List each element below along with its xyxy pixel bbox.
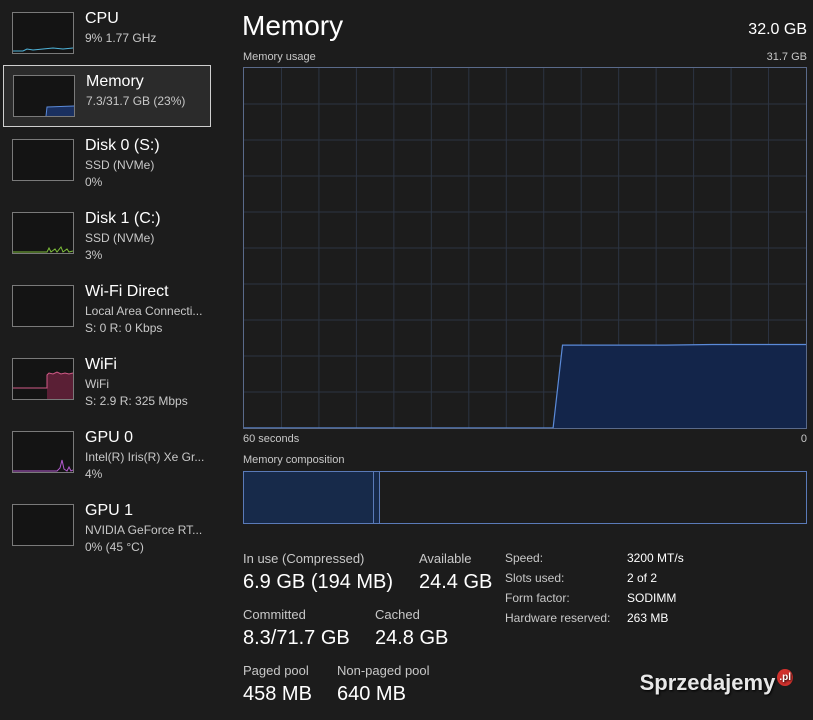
memory-usage-chart [244, 68, 806, 428]
memory-composition-label: Memory composition [243, 454, 345, 466]
hardware-reserved-label: Hardware reserved: [505, 611, 611, 625]
memory-usage-graph [243, 67, 807, 429]
sidebar-item-subtitle: 9% 1.77 GHz [85, 31, 157, 45]
sidebar-item-subtitle: SSD (NVMe) [85, 158, 155, 172]
sidebar-item-memory[interactable]: Memory 7.3/31.7 GB (23%) [3, 65, 211, 127]
cached-label: Cached [375, 607, 420, 622]
gpu1-thumbnail-graph [12, 504, 74, 546]
watermark-logo: Sprzedajemy .pl [639, 669, 793, 696]
memory-composition-bar [243, 471, 807, 524]
in-use-label: In use (Compressed) [243, 551, 365, 566]
total-memory: 32.0 GB [748, 21, 807, 38]
sidebar-item-subtitle: 7.3/31.7 GB (23%) [86, 94, 186, 108]
form-factor-label: Form factor: [505, 591, 570, 605]
graph-max-label: 31.7 GB [766, 51, 807, 63]
sidebar-item-value: 0% [85, 175, 103, 189]
sidebar-item-title: WiFi [85, 356, 117, 373]
sidebar-item-value: S: 0 R: 0 Kbps [85, 321, 163, 335]
disk1-thumbnail-graph [12, 212, 74, 254]
hardware-reserved-value: 263 MB [627, 611, 669, 625]
sidebar-item-cpu[interactable]: CPU 9% 1.77 GHz [3, 3, 211, 65]
sidebar: CPU 9% 1.77 GHz Memory 7.3/31.7 GB (23%)… [0, 0, 224, 720]
watermark-suffix: .pl [777, 669, 793, 686]
sidebar-item-value: 4% [85, 467, 103, 481]
sidebar-item-subtitle: Local Area Connecti... [85, 304, 203, 318]
sidebar-item-value: 0% (45 °C) [85, 540, 144, 554]
wifi-direct-thumbnail-graph [12, 285, 74, 327]
sidebar-item-disk-1[interactable]: Disk 1 (C:) SSD (NVMe) 3% [3, 203, 211, 265]
sidebar-item-title: Memory [86, 73, 144, 90]
available-value: 24.4 GB [419, 571, 493, 593]
sidebar-item-value: S: 2.9 R: 325 Mbps [85, 394, 188, 408]
sidebar-item-wifi-direct[interactable]: Wi-Fi Direct Local Area Connecti... S: 0… [3, 276, 211, 338]
composition-in-use [244, 472, 373, 523]
speed-value: 3200 MT/s [627, 551, 684, 565]
available-label: Available [419, 551, 472, 566]
memory-panel: Memory 32.0 GB Memory usage 31.7 GB 60 s… [224, 0, 813, 720]
memory-thumbnail-graph [13, 75, 75, 117]
sidebar-item-gpu-1[interactable]: GPU 1 NVIDIA GeForce RT... 0% (45 °C) [3, 495, 211, 557]
sidebar-item-wifi[interactable]: WiFi WiFi S: 2.9 R: 325 Mbps [3, 349, 211, 411]
sidebar-item-disk-0[interactable]: Disk 0 (S:) SSD (NVMe) 0% [3, 130, 211, 192]
in-use-value: 6.9 GB (194 MB) [243, 571, 394, 593]
graph-zero-label: 0 [800, 433, 807, 445]
time-span-label: 60 seconds [243, 433, 300, 445]
sidebar-item-title: GPU 1 [85, 502, 134, 519]
watermark-text: Sprzedajemy [639, 670, 776, 695]
sidebar-item-subtitle: NVIDIA GeForce RT... [85, 523, 203, 537]
cpu-thumbnail-graph [12, 12, 74, 54]
sidebar-item-title: Wi-Fi Direct [85, 283, 169, 300]
cached-value: 24.8 GB [375, 627, 449, 649]
sidebar-item-title: Disk 0 (S:) [85, 137, 160, 154]
page-title: Memory [242, 10, 344, 41]
paged-pool-value: 458 MB [243, 683, 312, 705]
usage-area [244, 344, 806, 428]
non-paged-pool-value: 640 MB [337, 683, 406, 705]
speed-label: Speed: [505, 551, 544, 565]
disk0-thumbnail-graph [12, 139, 74, 181]
sidebar-item-title: GPU 0 [85, 429, 134, 446]
memory-usage-label: Memory usage [243, 51, 316, 63]
gpu0-thumbnail-graph [12, 431, 74, 473]
sidebar-item-gpu-0[interactable]: GPU 0 Intel(R) Iris(R) Xe Gr... 4% [3, 422, 211, 484]
paged-pool-label: Paged pool [243, 663, 309, 678]
composition-modified [373, 472, 380, 523]
non-paged-pool-label: Non-paged pool [337, 663, 430, 678]
slots-used-value: 2 of 2 [627, 571, 658, 585]
sidebar-item-subtitle: SSD (NVMe) [85, 231, 155, 245]
sidebar-item-subtitle: Intel(R) Iris(R) Xe Gr... [85, 450, 205, 464]
wifi-thumbnail-graph [12, 358, 74, 400]
slots-used-label: Slots used: [505, 571, 565, 585]
committed-value: 8.3/71.7 GB [243, 627, 350, 649]
sidebar-item-value: 3% [85, 248, 103, 262]
form-factor-value: SODIMM [627, 591, 677, 605]
sidebar-item-title: CPU [85, 10, 119, 27]
committed-label: Committed [243, 607, 306, 622]
sidebar-item-title: Disk 1 (C:) [85, 210, 161, 227]
sidebar-item-subtitle: WiFi [85, 377, 109, 391]
